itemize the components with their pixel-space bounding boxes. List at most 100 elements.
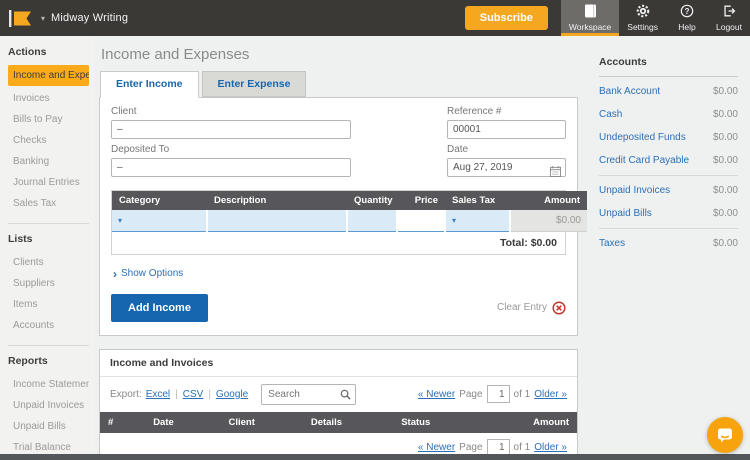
caret-down-icon: ▾	[452, 215, 457, 225]
add-income-button[interactable]: Add Income	[111, 293, 208, 322]
settings-nav-item[interactable]: Settings	[619, 0, 666, 36]
total-amount: Total: $0.00	[112, 231, 565, 254]
pagination-top: « Newer Page of 1 Older »	[418, 385, 567, 403]
newer-link[interactable]: « Newer	[418, 442, 455, 453]
export-label: Export:	[110, 388, 142, 400]
description-input-cell[interactable]	[207, 210, 348, 232]
svg-text:?: ?	[685, 7, 690, 16]
client-field: Client	[111, 106, 351, 139]
help-label: Help	[678, 22, 696, 32]
client-input[interactable]	[111, 120, 351, 139]
workspace-nav-item[interactable]: Workspace	[560, 0, 620, 36]
older-link[interactable]: Older »	[534, 442, 567, 453]
sidebar-item-unpaid-invoices[interactable]: Unpaid Invoices	[8, 395, 89, 416]
newer-link[interactable]: « Newer	[418, 389, 455, 400]
chat-widget-button[interactable]	[707, 417, 743, 453]
settings-label: Settings	[627, 22, 658, 32]
income-form-panel: Client Reference # Deposited To Date	[99, 97, 587, 336]
account-link-bank-account[interactable]: Bank Account	[599, 86, 660, 97]
column-header-number: #	[100, 411, 146, 433]
column-header-category: Category	[112, 191, 207, 210]
account-link-taxes[interactable]: Taxes	[599, 238, 625, 249]
column-header-status: Status	[393, 411, 507, 433]
show-options-toggle[interactable]: › Show Options	[113, 267, 566, 281]
sidebar-item-journal-entries[interactable]: Journal Entries	[8, 172, 89, 193]
sidebar-section-title: Actions	[8, 46, 47, 58]
column-header-description: Description	[207, 191, 347, 210]
company-switcher-caret-icon[interactable]: ▾	[41, 14, 45, 23]
tab-enter-income[interactable]: Enter Income	[100, 71, 199, 98]
tab-enter-expense[interactable]: Enter Expense	[201, 71, 307, 97]
sidebar-item-bills-to-pay[interactable]: Bills to Pay	[8, 109, 89, 130]
export-google-link[interactable]: Google	[216, 389, 248, 400]
gear-icon	[636, 4, 650, 20]
sidebar-item-trial-balance[interactable]: Trial Balance	[8, 437, 89, 454]
form-actions-row: Add Income Clear Entry	[111, 293, 566, 322]
sidebar-section-lists: Lists Clients Suppliers Items Accounts	[8, 223, 89, 336]
column-header-price: Price	[397, 191, 445, 210]
search-icon[interactable]	[340, 389, 351, 400]
company-name: Midway Writing	[51, 12, 129, 24]
calendar-icon[interactable]	[550, 166, 561, 177]
left-sidebar: Actions Income and Expenses Invoices Bil…	[0, 36, 95, 454]
export-excel-link[interactable]: Excel	[146, 389, 170, 400]
account-balance: $0.00	[712, 238, 738, 249]
price-input-cell[interactable]	[397, 210, 446, 232]
page-number-input[interactable]	[486, 385, 510, 403]
speech-bubble-icon	[718, 428, 732, 443]
accounts-group-assets: Bank Account $0.00 Cash $0.00 Undeposite…	[599, 77, 738, 175]
sidebar-section-title: Lists	[8, 233, 33, 245]
account-link-cash[interactable]: Cash	[599, 109, 622, 120]
sidebar-item-invoices[interactable]: Invoices	[8, 88, 89, 109]
line-item-entry-row: ▾ ▾ $0.00	[112, 210, 587, 232]
sidebar-item-banking[interactable]: Banking	[8, 151, 89, 172]
chevron-right-icon: ›	[113, 266, 117, 281]
page-label: Page	[459, 442, 483, 453]
export-csv-link[interactable]: CSV	[183, 389, 204, 400]
circle-x-icon	[552, 300, 566, 315]
income-invoices-panel: Income and Invoices Export: Excel | CSV …	[99, 348, 578, 460]
reference-field: Reference #	[447, 106, 566, 139]
sidebar-item-income-and-expenses[interactable]: Income and Expenses	[8, 65, 89, 86]
account-link-unpaid-bills[interactable]: Unpaid Bills	[599, 208, 652, 219]
column-header-amount: Amount	[510, 191, 587, 210]
account-row: Cash $0.00	[599, 103, 738, 126]
page-title: Income and Expenses	[101, 46, 250, 63]
date-input[interactable]	[447, 158, 566, 177]
sidebar-item-income-statement[interactable]: Income Statement	[8, 374, 89, 395]
date-field: Date	[447, 144, 566, 177]
kashoo-logo-icon[interactable]	[9, 9, 32, 27]
sidebar-item-accounts[interactable]: Accounts	[8, 315, 89, 336]
reference-input[interactable]	[447, 120, 566, 139]
caret-down-icon: ▾	[118, 215, 123, 225]
subscribe-button[interactable]: Subscribe	[464, 6, 548, 30]
deposited-to-field: Deposited To	[111, 144, 351, 177]
deposited-to-label: Deposited To	[111, 144, 170, 155]
account-row: Bank Account $0.00	[599, 80, 738, 103]
help-icon: ?	[680, 4, 694, 20]
account-balance: $0.00	[712, 132, 738, 143]
sales-tax-select-cell[interactable]: ▾	[445, 210, 511, 232]
clear-entry-button[interactable]: Clear Entry	[496, 300, 566, 315]
column-header-client: Client	[220, 411, 303, 433]
account-link-unpaid-invoices[interactable]: Unpaid Invoices	[599, 185, 670, 196]
logout-nav-item[interactable]: Logout	[708, 0, 750, 36]
reference-label: Reference #	[447, 106, 502, 117]
sidebar-item-checks[interactable]: Checks	[8, 130, 89, 151]
account-link-undeposited-funds[interactable]: Undeposited Funds	[599, 132, 686, 143]
account-balance: $0.00	[712, 86, 738, 97]
category-select-cell[interactable]: ▾	[112, 210, 208, 232]
quantity-input-cell[interactable]	[347, 210, 398, 232]
help-nav-item[interactable]: ? Help	[666, 0, 708, 36]
income-invoices-title: Income and Invoices	[100, 350, 577, 377]
sidebar-item-unpaid-bills[interactable]: Unpaid Bills	[8, 416, 89, 437]
sidebar-item-sales-tax[interactable]: Sales Tax	[8, 193, 89, 214]
sidebar-item-suppliers[interactable]: Suppliers	[8, 273, 89, 294]
client-label: Client	[111, 106, 137, 117]
sidebar-item-items[interactable]: Items	[8, 294, 89, 315]
account-link-credit-card-payable[interactable]: Credit Card Payable	[599, 155, 689, 166]
older-link[interactable]: Older »	[534, 389, 567, 400]
deposited-to-input[interactable]	[111, 158, 351, 177]
sidebar-item-clients[interactable]: Clients	[8, 252, 89, 273]
clear-entry-label: Clear Entry	[496, 302, 547, 313]
